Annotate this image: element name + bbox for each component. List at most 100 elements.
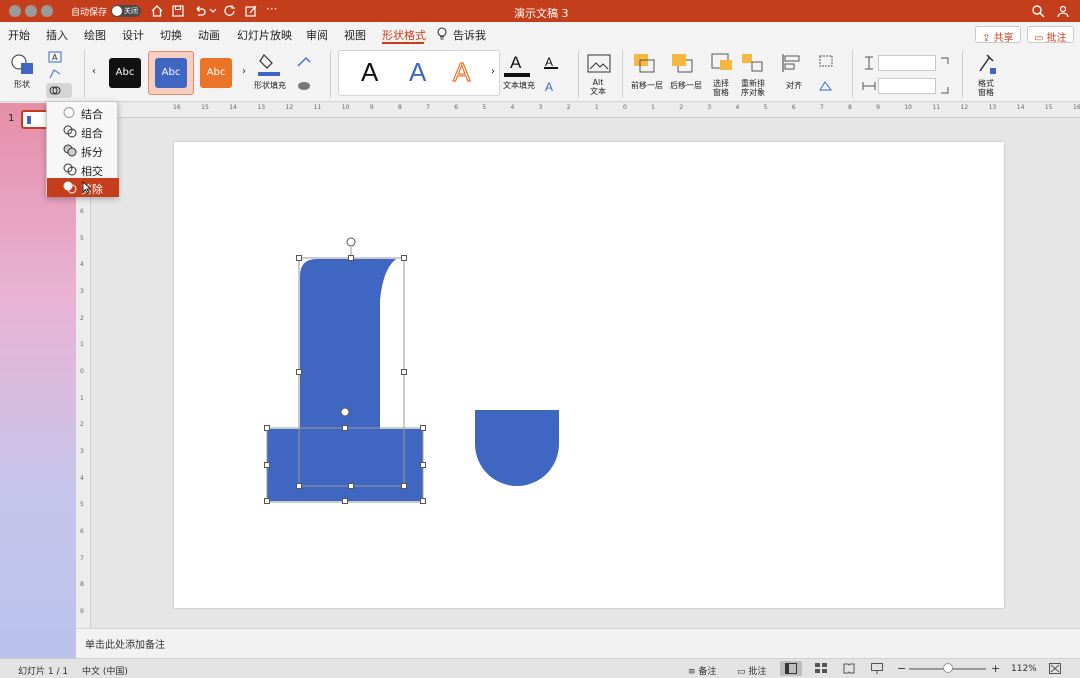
tab-tell-me[interactable]: 告诉我: [453, 27, 486, 43]
notes-pane[interactable]: 单击此处添加备注: [76, 628, 1080, 658]
bring-forward-icon[interactable]: [632, 52, 656, 74]
width-input[interactable]: [878, 78, 936, 94]
style-scroll-right[interactable]: ›: [242, 66, 246, 77]
close-window-button[interactable]: [9, 5, 21, 17]
edit-icon[interactable]: [244, 4, 258, 18]
resize-handle[interactable]: [401, 483, 407, 489]
normal-view-button[interactable]: [780, 661, 802, 676]
tab-slideshow[interactable]: 幻灯片放映: [237, 27, 292, 43]
selection-pane-icon[interactable]: [710, 52, 734, 74]
save-icon[interactable]: [171, 4, 185, 18]
resize-handle[interactable]: [420, 498, 426, 504]
tab-transitions[interactable]: 切换: [160, 27, 182, 43]
resize-handle[interactable]: [264, 462, 270, 468]
resize-handle[interactable]: [342, 498, 348, 504]
group-icon[interactable]: [818, 54, 834, 68]
slideshow-icon[interactable]: [871, 663, 883, 674]
menu-item-union[interactable]: 结合: [47, 103, 119, 122]
send-backward-icon[interactable]: [670, 52, 694, 74]
align-icon[interactable]: [780, 52, 804, 74]
resize-handle[interactable]: [296, 255, 302, 261]
zoom-out-icon[interactable]: −: [897, 662, 906, 675]
intersect-icon: [63, 163, 77, 176]
home-icon[interactable]: [150, 4, 164, 18]
height-input[interactable]: [878, 55, 936, 71]
shape-fill-icon[interactable]: [258, 51, 280, 77]
redo-icon[interactable]: [223, 4, 237, 18]
undo-dropdown-icon[interactable]: [209, 6, 217, 14]
lock-aspect-icon[interactable]: [940, 56, 950, 96]
reorder-objects-icon[interactable]: [740, 52, 766, 74]
wordart-sample-black[interactable]: A: [361, 57, 378, 88]
slide[interactable]: [174, 142, 1004, 608]
zoom-in-icon[interactable]: +: [991, 662, 1000, 675]
resize-handle[interactable]: [264, 425, 270, 431]
tab-home[interactable]: 开始: [8, 27, 30, 43]
more-icon[interactable]: ···: [266, 2, 277, 16]
notes-toggle[interactable]: ≡ 备注: [688, 664, 716, 677]
autosave-toggle[interactable]: 关闭: [111, 5, 141, 17]
text-fill-icon[interactable]: A: [504, 52, 530, 78]
shapes-icon[interactable]: [10, 52, 36, 76]
autosave-label: 自动保存: [71, 8, 108, 18]
resize-handle[interactable]: [348, 483, 354, 489]
separator: [84, 50, 85, 98]
account-icon[interactable]: [1056, 4, 1070, 18]
tab-animations[interactable]: 动画: [198, 27, 220, 43]
comments-toggle[interactable]: ▭ 批注: [737, 664, 766, 677]
reorder-objects-label: 重新排 序对象: [741, 79, 765, 97]
fit-slide-icon[interactable]: [1049, 663, 1061, 674]
language-indicator[interactable]: 中文 (中国): [82, 664, 128, 677]
resize-handle[interactable]: [296, 369, 302, 375]
wordart-sample-blue[interactable]: A: [409, 57, 426, 88]
tab-review[interactable]: 审阅: [306, 27, 328, 43]
comments-button[interactable]: ▭ 批注: [1027, 26, 1074, 44]
menu-item-intersect[interactable]: 相交: [47, 160, 119, 179]
resize-handle[interactable]: [342, 425, 348, 431]
menu-item-subtract[interactable]: 剪除: [47, 178, 119, 197]
text-outline-icon[interactable]: A: [544, 55, 558, 69]
minimize-window-button[interactable]: [25, 5, 37, 17]
reading-view-icon[interactable]: [843, 663, 855, 674]
slide-sorter-icon[interactable]: [815, 663, 827, 674]
format-pane-icon[interactable]: [975, 52, 999, 76]
zoom-slider-thumb[interactable]: [943, 663, 953, 673]
resize-handle[interactable]: [348, 255, 354, 261]
tab-shape-format[interactable]: 形状格式: [382, 27, 426, 43]
slide-thumbnail[interactable]: [21, 110, 49, 129]
style-scroll-left[interactable]: ‹: [92, 66, 96, 77]
alt-text-icon[interactable]: [587, 54, 613, 76]
resize-handle[interactable]: [296, 483, 302, 489]
menu-item-fragment[interactable]: 拆分: [47, 141, 119, 160]
style-sample-black[interactable]: Abc: [109, 58, 141, 88]
resize-handle[interactable]: [264, 498, 270, 504]
menu-item-combine[interactable]: 组合: [47, 122, 119, 141]
undo-icon[interactable]: [193, 4, 207, 18]
text-effects-icon[interactable]: A: [544, 79, 558, 93]
wordart-scroll-right[interactable]: ›: [491, 66, 495, 77]
rotate-icon[interactable]: [818, 78, 834, 92]
resize-handle[interactable]: [401, 255, 407, 261]
send-backward-label: 后移一层: [670, 81, 702, 90]
wordart-sample-orange[interactable]: A: [452, 56, 471, 88]
tab-design[interactable]: 设计: [122, 27, 144, 43]
document-title: 演示文稿 3: [514, 7, 569, 20]
tab-view[interactable]: 视图: [344, 27, 366, 43]
share-button[interactable]: ⇪ 共享: [975, 26, 1021, 44]
zoom-level[interactable]: 112%: [1011, 664, 1037, 674]
shape-effects-icon[interactable]: [296, 79, 314, 93]
zoom-window-button[interactable]: [41, 5, 53, 17]
rotate-handle-base: [340, 407, 350, 417]
search-icon[interactable]: [1031, 4, 1045, 18]
tab-draw[interactable]: 绘图: [84, 27, 106, 43]
merge-shapes-button[interactable]: [46, 83, 72, 98]
resize-handle[interactable]: [420, 425, 426, 431]
text-box-icon[interactable]: A: [48, 51, 62, 63]
shape-outline-icon[interactable]: [296, 56, 314, 68]
resize-handle[interactable]: [401, 369, 407, 375]
style-sample-blue[interactable]: Abc: [155, 58, 187, 88]
tab-insert[interactable]: 插入: [46, 27, 68, 43]
edit-shape-icon[interactable]: [48, 68, 62, 80]
resize-handle[interactable]: [420, 462, 426, 468]
style-sample-orange[interactable]: Abc: [200, 58, 232, 88]
